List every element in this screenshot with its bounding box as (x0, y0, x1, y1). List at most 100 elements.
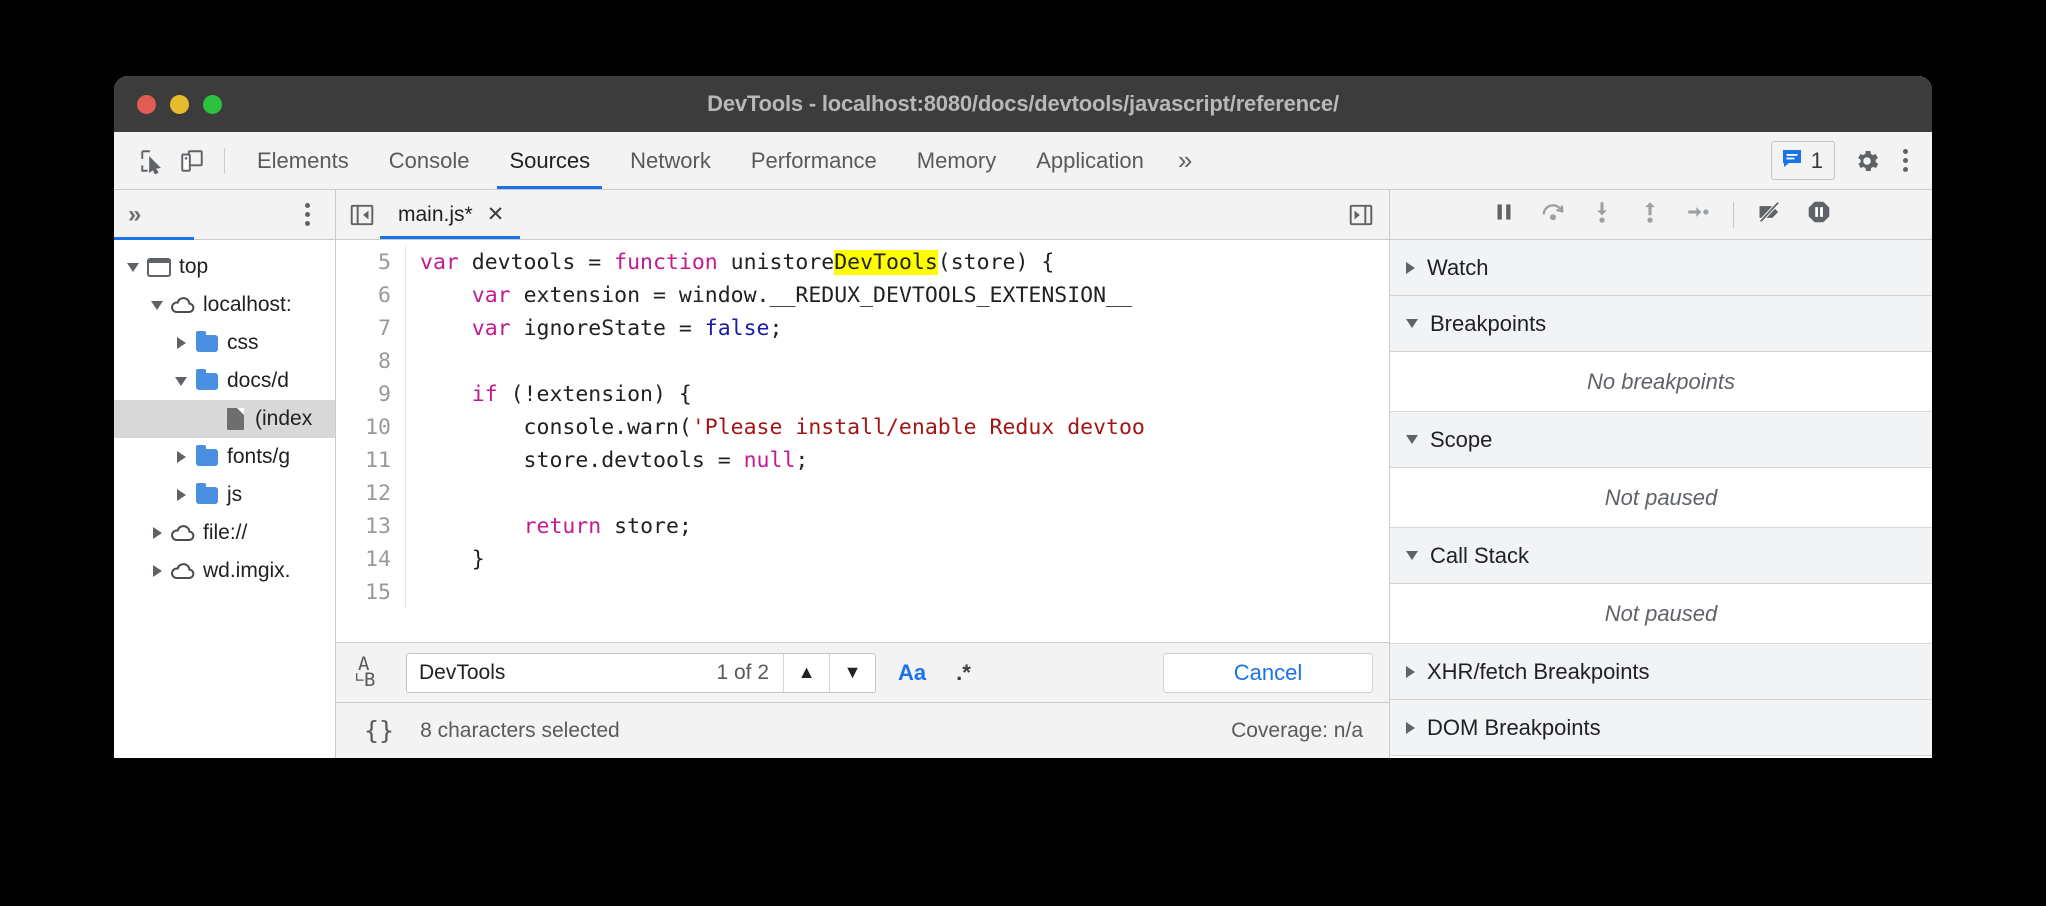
tab-elements[interactable]: Elements (237, 132, 369, 189)
tree-item-label: fonts/g (227, 445, 290, 469)
tree-item-label: (index (255, 407, 312, 431)
code-editor[interactable]: 5 var devtools = function unistoreDevToo… (336, 240, 1389, 642)
chevron-down-icon (1406, 319, 1418, 328)
debugger-pane: Watch Breakpoints No breakpoints Scope N… (1390, 190, 1932, 758)
tree-item-js[interactable]: js (114, 476, 335, 514)
close-icon[interactable]: ✕ (487, 202, 505, 227)
expand-navigator-tabs-icon[interactable]: » (128, 203, 141, 227)
gear-icon[interactable] (1853, 147, 1881, 175)
twisty-closed-icon[interactable] (146, 527, 168, 539)
search-field-wrapper[interactable]: 1 of 2 ▲ ▼ (406, 653, 876, 693)
twisty-open-icon[interactable] (170, 377, 192, 386)
line-content: store.devtools = null; (406, 444, 808, 477)
deactivate-breakpoints-icon[interactable] (1756, 198, 1784, 231)
code-line: 6 var extension = window.__REDUX_DEVTOOL… (336, 279, 1389, 312)
twisty-closed-icon[interactable] (146, 565, 168, 577)
folder-icon (192, 335, 222, 352)
tab-application[interactable]: Application (1016, 132, 1164, 189)
tree-item-index[interactable]: (index (114, 400, 335, 438)
close-window-button[interactable] (137, 95, 156, 114)
tab-performance[interactable]: Performance (731, 132, 897, 189)
line-content: var devtools = function unistoreDevTools… (406, 246, 1054, 279)
tree-item-css[interactable]: css (114, 324, 335, 362)
show-debugger-icon[interactable] (1343, 199, 1379, 231)
twisty-closed-icon[interactable] (170, 489, 192, 501)
tree-item-localhost[interactable]: localhost: (114, 286, 335, 324)
cloud-icon (168, 524, 198, 543)
line-number: 6 (336, 279, 406, 312)
chevron-down-icon (1406, 551, 1418, 560)
call-stack-empty-message: Not paused (1390, 584, 1932, 644)
tab-sources[interactable]: Sources (489, 132, 610, 189)
line-number: 9 (336, 378, 406, 411)
inspect-cursor-icon[interactable] (132, 141, 172, 181)
folder-icon (192, 487, 222, 504)
more-tabs-icon[interactable]: » (1164, 145, 1206, 176)
kebab-menu-icon[interactable] (1895, 149, 1916, 172)
match-case-button[interactable]: Aa (890, 660, 934, 686)
console-message-icon (1780, 146, 1804, 175)
search-prev-button[interactable]: ▲ (783, 654, 829, 692)
line-content (406, 477, 420, 510)
step-over-icon[interactable] (1539, 198, 1567, 231)
line-number: 7 (336, 312, 406, 345)
twisty-closed-icon[interactable] (170, 451, 192, 463)
tab-console[interactable]: Console (369, 132, 490, 189)
section-header-watch[interactable]: Watch (1390, 240, 1932, 296)
debugger-toolbar-divider (1733, 202, 1734, 228)
tab-network[interactable]: Network (610, 132, 731, 189)
line-content: return store; (406, 510, 692, 543)
section-title: Scope (1430, 427, 1492, 453)
minimize-window-button[interactable] (170, 95, 189, 114)
pause-resume-icon[interactable] (1491, 199, 1517, 230)
editor-file-tab[interactable]: main.js* ✕ (380, 190, 520, 239)
line-number: 11 (336, 444, 406, 477)
tree-item-top[interactable]: top (114, 248, 335, 286)
section-header-breakpoints[interactable]: Breakpoints (1390, 296, 1932, 352)
tree-item-label: css (227, 331, 259, 355)
section-header-xhr-breakpoints[interactable]: XHR/fetch Breakpoints (1390, 644, 1932, 700)
console-messages-badge[interactable]: 1 (1771, 141, 1835, 180)
maximize-window-button[interactable] (203, 95, 222, 114)
traffic-lights (114, 95, 222, 114)
title-bar: DevTools - localhost:8080/docs/devtools/… (114, 76, 1932, 132)
tree-item-fonts[interactable]: fonts/g (114, 438, 335, 476)
step-into-icon[interactable] (1589, 199, 1615, 230)
tree-item-docs[interactable]: docs/d (114, 362, 335, 400)
twisty-open-icon[interactable] (122, 263, 144, 272)
tree-item-file[interactable]: file:// (114, 514, 335, 552)
section-header-scope[interactable]: Scope (1390, 412, 1932, 468)
code-line: 13 return store; (336, 510, 1389, 543)
line-number: 12 (336, 477, 406, 510)
editor-pane: main.js* ✕ 5 var devtools = function uni… (336, 190, 1390, 758)
twisty-open-icon[interactable] (146, 301, 168, 310)
replace-icon[interactable]: A∟B (352, 654, 392, 692)
selection-status: 8 characters selected (420, 719, 620, 743)
twisty-closed-icon[interactable] (170, 337, 192, 349)
section-header-call-stack[interactable]: Call Stack (1390, 528, 1932, 584)
show-navigator-icon[interactable] (344, 199, 380, 231)
section-title: DOM Breakpoints (1427, 715, 1601, 741)
regex-button[interactable]: .* (948, 660, 979, 686)
pretty-print-icon[interactable]: {} (356, 716, 402, 745)
main-toolbar: Elements Console Sources Network Perform… (114, 132, 1932, 190)
line-content (406, 345, 420, 378)
tree-item-wdimgix[interactable]: wd.imgix. (114, 552, 335, 590)
section-header-dom-breakpoints[interactable]: DOM Breakpoints (1390, 700, 1932, 756)
line-content: console.warn('Please install/enable Redu… (406, 411, 1145, 444)
pause-on-exceptions-icon[interactable] (1806, 199, 1832, 230)
step-out-icon[interactable] (1637, 199, 1663, 230)
line-content: } (406, 543, 485, 576)
step-icon[interactable] (1685, 199, 1711, 230)
search-input[interactable] (407, 661, 712, 685)
editor-tab-bar: main.js* ✕ (336, 190, 1389, 240)
tab-memory[interactable]: Memory (897, 132, 1016, 189)
section-title: Call Stack (1430, 543, 1529, 569)
navigator-menu-icon[interactable] (297, 203, 318, 226)
cancel-button[interactable]: Cancel (1163, 653, 1373, 693)
navigator-header: » (114, 190, 335, 240)
search-next-button[interactable]: ▼ (829, 654, 875, 692)
editor-status-bar: {} 8 characters selected Coverage: n/a (336, 702, 1389, 758)
code-line: 7 var ignoreState = false; (336, 312, 1389, 345)
device-toggle-icon[interactable] (172, 141, 212, 181)
